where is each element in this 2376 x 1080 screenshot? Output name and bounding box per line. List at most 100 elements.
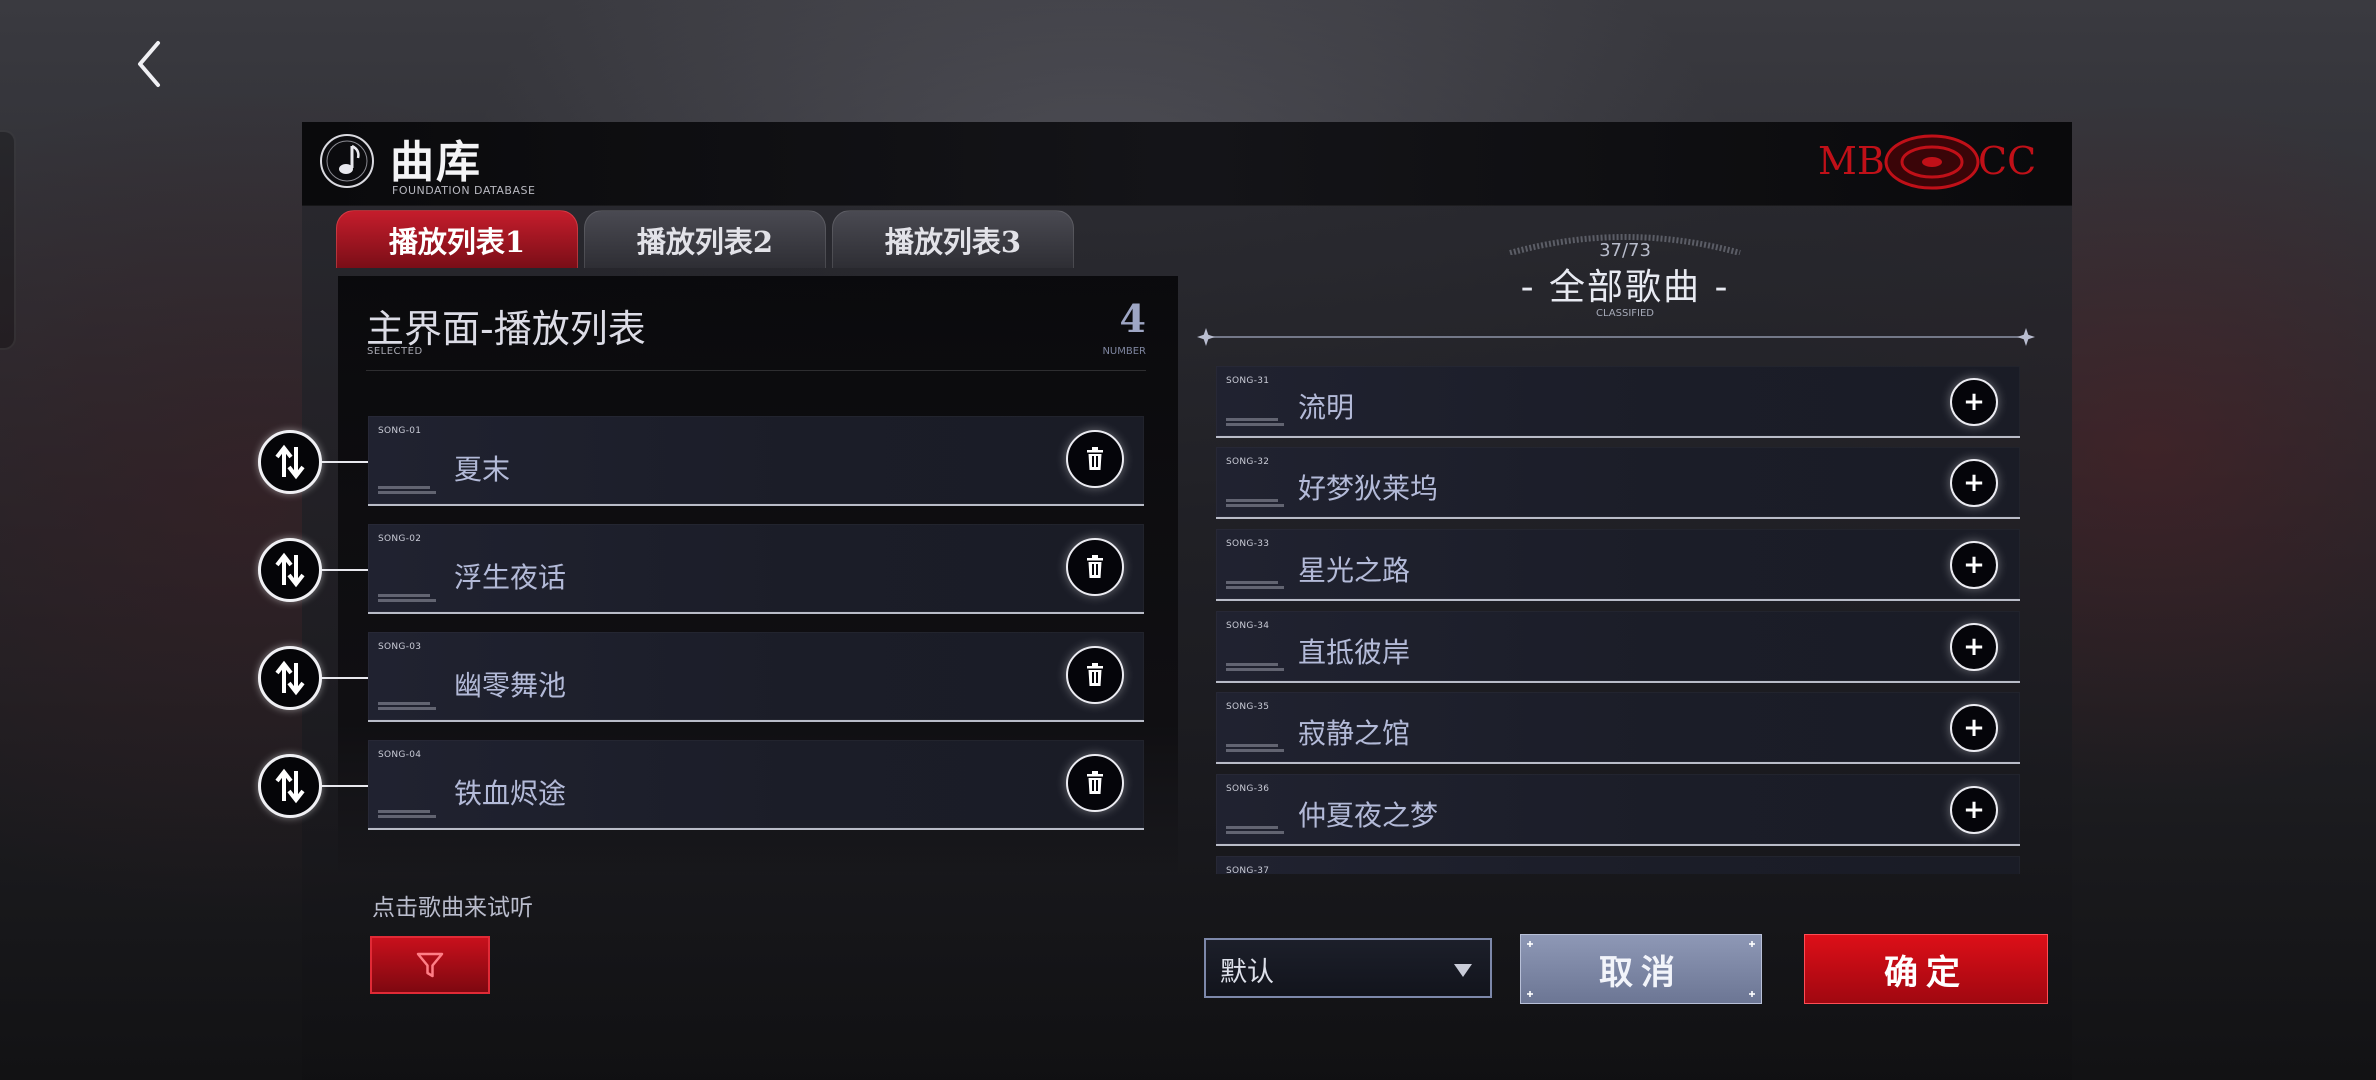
corner-sparkle	[1527, 991, 1533, 997]
playlist-song-row[interactable]: SONG-03 幽零舞池	[368, 632, 1144, 722]
playlist-count-label: NUMBER	[1102, 346, 1146, 357]
confirm-button[interactable]: 确定	[1804, 934, 2048, 1004]
catalog-divider	[1197, 328, 2035, 346]
song-name: 浮生夜话	[454, 561, 567, 594]
library-subtitle: FOUNDATION DATABASE	[392, 184, 536, 197]
reorder-handle[interactable]	[258, 538, 322, 602]
corner-sparkle	[1749, 941, 1755, 947]
catalog-song-row[interactable]: SONG-37	[1216, 856, 2020, 874]
reorder-handle[interactable]	[258, 754, 322, 818]
song-tagline	[1226, 581, 1284, 591]
preview-hint: 点击歌曲来试听	[372, 895, 533, 921]
add-song-button[interactable]: +	[1950, 541, 1998, 589]
song-name: 好梦狄莱坞	[1298, 472, 1439, 505]
sort-dropdown-value: 默认	[1220, 957, 1274, 988]
caret-down-icon	[1454, 964, 1472, 977]
song-name: 铁血烬途	[454, 777, 567, 810]
drag-handle-connector	[320, 677, 368, 679]
corner-sparkle	[1749, 991, 1755, 997]
playlist-count: 4	[1119, 296, 1146, 341]
song-code: SONG-01	[378, 426, 422, 436]
catalog-song-row[interactable]: SONG-34 直抵彼岸 +	[1216, 611, 2020, 683]
catalog-song-row[interactable]: SONG-32 好梦狄莱坞 +	[1216, 447, 2020, 519]
song-tagline	[1226, 418, 1284, 428]
plus-icon: +	[1963, 550, 1985, 580]
brand-logo-right: CC	[1978, 139, 2036, 183]
filter-button[interactable]	[370, 936, 490, 994]
plus-icon: +	[1963, 795, 1985, 825]
song-name: 寂静之馆	[1298, 717, 1411, 750]
song-name: 仲夏夜之梦	[1298, 799, 1439, 832]
confirm-button-label: 确定	[1884, 952, 1968, 993]
song-name: 星光之路	[1298, 554, 1411, 587]
song-code: SONG-36	[1226, 784, 1270, 794]
library-header	[302, 122, 2072, 206]
delete-song-button[interactable]	[1066, 754, 1124, 812]
delete-song-button[interactable]	[1066, 646, 1124, 704]
catalog-title: - 全部歌曲 -	[1520, 267, 1730, 308]
song-code: SONG-02	[378, 534, 422, 544]
drag-handle-connector	[320, 569, 368, 571]
add-song-button[interactable]: +	[1950, 378, 1998, 426]
delete-song-button[interactable]	[1066, 430, 1124, 488]
playlist-divider	[366, 370, 1146, 371]
song-code: SONG-31	[1226, 376, 1270, 386]
catalog-song-list[interactable]: SONG-31 流明 + SONG-32 好梦狄莱坞 + SONG-33 星光之…	[1216, 366, 2022, 874]
swap-vertical-icon	[275, 444, 305, 480]
corner-sparkle	[1527, 941, 1533, 947]
playlist-song-row[interactable]: SONG-01 夏末	[368, 416, 1144, 506]
catalog-subtitle: CLASSIFIED	[1596, 308, 1654, 319]
back-button[interactable]	[126, 32, 172, 96]
song-code: SONG-33	[1226, 539, 1270, 549]
song-name: 幽零舞池	[454, 669, 567, 702]
music-note-icon	[320, 134, 374, 188]
drag-handle-connector	[320, 461, 368, 463]
song-code: SONG-34	[1226, 621, 1270, 631]
reorder-handle[interactable]	[258, 646, 322, 710]
swap-vertical-icon	[275, 660, 305, 696]
catalog-song-row[interactable]: SONG-31 流明 +	[1216, 366, 2020, 438]
add-song-button[interactable]: +	[1950, 623, 1998, 671]
reorder-handle[interactable]	[258, 430, 322, 494]
side-drawer-tab[interactable]	[0, 130, 16, 350]
swap-vertical-icon	[275, 552, 305, 588]
trash-icon	[1087, 663, 1103, 686]
plus-icon: +	[1963, 468, 1985, 498]
tab-playlist-1[interactable]: 播放列表1	[336, 210, 578, 268]
tab-playlist-2[interactable]: 播放列表2	[584, 210, 826, 268]
catalog-song-row[interactable]: SONG-33 星光之路 +	[1216, 529, 2020, 601]
song-code: SONG-37	[1226, 866, 1270, 874]
playlist-song-row[interactable]: SONG-02 浮生夜话	[368, 524, 1144, 614]
song-code: SONG-03	[378, 642, 422, 652]
tab-playlist-3[interactable]: 播放列表3	[832, 210, 1074, 268]
song-name: 流明	[1298, 391, 1355, 424]
song-tagline	[378, 702, 436, 712]
cancel-button-label: 取消	[1599, 952, 1683, 993]
add-song-button[interactable]: +	[1950, 459, 1998, 507]
song-tagline	[1226, 499, 1284, 509]
add-song-button[interactable]: +	[1950, 786, 1998, 834]
song-tagline	[378, 594, 436, 604]
playlist-song-row[interactable]: SONG-04 铁血烬途	[368, 740, 1144, 830]
song-code: SONG-32	[1226, 457, 1270, 467]
song-tagline	[378, 486, 436, 496]
brand-logo: MB CC	[1818, 134, 2036, 190]
song-tagline	[378, 810, 436, 820]
cancel-button[interactable]: 取消	[1520, 934, 1762, 1004]
song-tagline	[1226, 826, 1284, 836]
song-code: SONG-35	[1226, 702, 1270, 712]
drag-handle-connector	[320, 785, 368, 787]
swap-vertical-icon	[275, 768, 305, 804]
song-name: 夏末	[454, 453, 511, 486]
song-tagline	[1226, 663, 1284, 673]
add-song-button[interactable]: +	[1950, 704, 1998, 752]
filter-icon	[416, 952, 444, 978]
catalog-song-row[interactable]: SONG-35 寂静之馆 +	[1216, 692, 2020, 764]
brand-logo-left: MB	[1818, 139, 1885, 183]
song-name: 直抵彼岸	[1298, 636, 1411, 669]
plus-icon: +	[1963, 632, 1985, 662]
delete-song-button[interactable]	[1066, 538, 1124, 596]
catalog-song-row[interactable]: SONG-36 仲夏夜之梦 +	[1216, 774, 2020, 846]
playlist-title: 主界面-播放列表	[366, 307, 646, 351]
sort-dropdown[interactable]: 默认	[1204, 938, 1492, 998]
